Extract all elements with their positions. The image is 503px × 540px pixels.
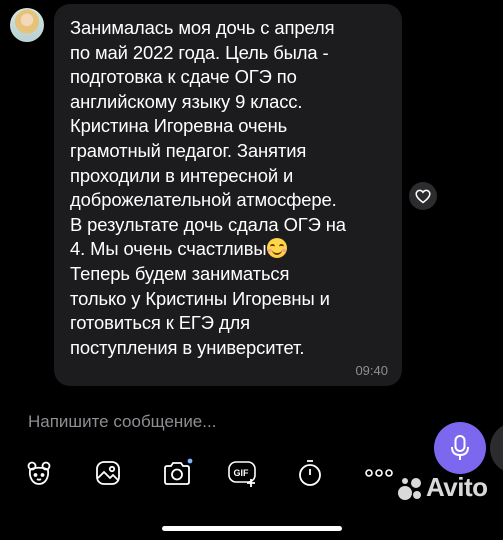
sticker-icon: [27, 461, 51, 485]
side-action-button[interactable]: [490, 422, 503, 474]
sender-avatar[interactable]: [10, 8, 44, 42]
composer-toolbar: GIF: [0, 456, 430, 490]
timer-button[interactable]: [293, 456, 327, 490]
microphone-icon: [451, 435, 469, 460]
avito-watermark: Avito: [396, 472, 488, 503]
sticker-button[interactable]: [22, 456, 56, 490]
camera-button[interactable]: [160, 456, 194, 490]
message-bubble: Занималась моя дочь с апреля по май 2022…: [54, 4, 402, 386]
image-icon: [96, 461, 120, 485]
message-text: Занималась моя дочь с апреля по май 2022…: [70, 17, 346, 358]
voice-record-button[interactable]: [434, 422, 486, 474]
heart-icon: [415, 189, 431, 203]
more-button[interactable]: [362, 456, 396, 490]
camera-icon: [164, 458, 193, 485]
gif-label: GIF: [234, 468, 250, 478]
more-icon: [365, 469, 393, 477]
timer-icon: [299, 460, 321, 486]
gif-icon: GIF: [228, 461, 256, 487]
home-indicator: [162, 526, 342, 531]
message-time: 09:40: [355, 363, 388, 378]
message-input[interactable]: [28, 412, 408, 432]
gallery-button[interactable]: [91, 456, 125, 490]
like-button[interactable]: [409, 182, 437, 210]
gif-button[interactable]: GIF: [226, 456, 260, 490]
avito-logo-icon: [396, 474, 424, 502]
smiling-face-emoji: [267, 238, 288, 259]
